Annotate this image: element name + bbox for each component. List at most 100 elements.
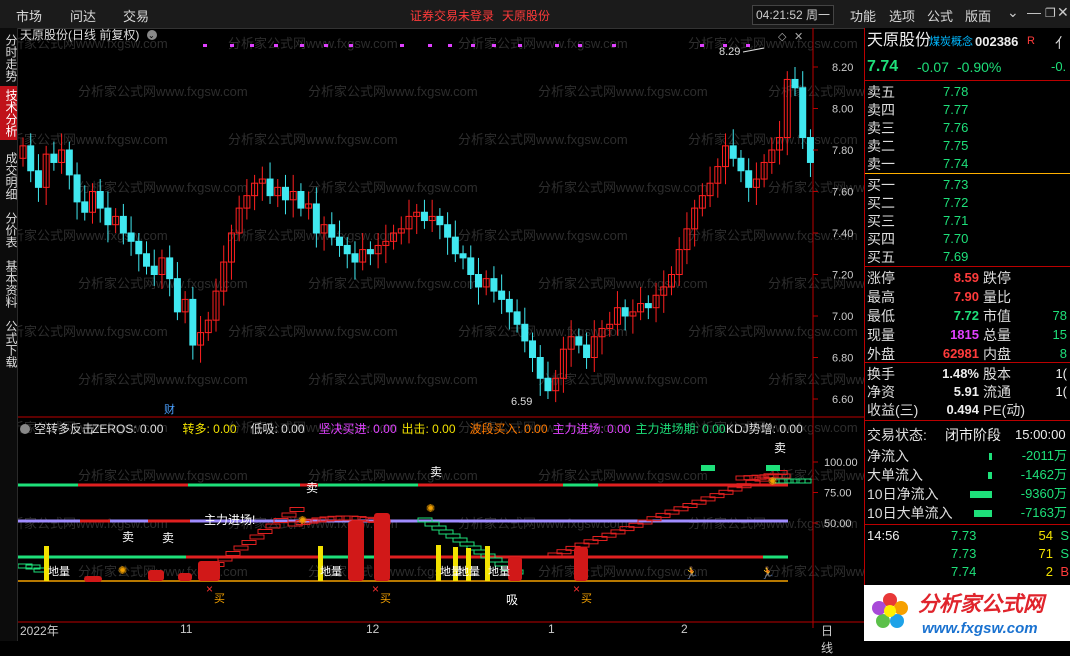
watermark-text: 分析家公式网www.fxgsw.com xyxy=(538,180,708,195)
flow-row: 大单流入 -1462万 xyxy=(865,466,1070,484)
flow-bar xyxy=(970,491,992,498)
tab-trade-detail[interactable]: 成交明细 xyxy=(0,150,18,202)
entry-label: 主力进场! xyxy=(204,513,255,527)
ask-label: 卖四 xyxy=(867,102,895,118)
menu-trade[interactable]: 交易 xyxy=(123,6,149,25)
indicator-param: KDJ势增: 0.00 xyxy=(726,422,803,436)
price-tick-label: 7.00 xyxy=(832,311,853,323)
candle-body xyxy=(806,137,814,163)
ask-row[interactable]: 卖五 7.78 xyxy=(865,83,1070,101)
tick-price: 7.74 xyxy=(951,564,977,579)
menu-wenda[interactable]: 问达 xyxy=(70,6,96,25)
close-chart-icon[interactable]: ✕ xyxy=(794,31,803,43)
ask-row[interactable]: 卖二 7.75 xyxy=(865,137,1070,155)
indicator-param: 转多: 0.00 xyxy=(183,421,237,436)
sell-label: 卖 xyxy=(306,481,318,495)
bid-row[interactable]: 买四 7.70 xyxy=(865,230,1070,248)
ask-row[interactable]: 卖一 7.74 xyxy=(865,155,1070,173)
stat-row: 最低 7.72 市值 78 xyxy=(865,307,1070,325)
axis-jan: 1 xyxy=(548,622,555,636)
stat-value: 8.59 xyxy=(953,270,979,285)
stat-label: 市值 xyxy=(983,308,1011,324)
bid-row[interactable]: 买五 7.69 xyxy=(865,248,1070,266)
period-label[interactable]: 日线 xyxy=(821,622,838,656)
candle-body xyxy=(27,145,35,172)
window-menu-icon[interactable]: ⌄ xyxy=(1007,4,1019,21)
bid-row[interactable]: 买一 7.73 xyxy=(865,176,1070,194)
ask-row[interactable]: 卖三 7.76 xyxy=(865,119,1070,137)
bid-label: 买四 xyxy=(867,231,895,247)
low-price-label: 6.59 xyxy=(511,396,532,408)
ladder-step xyxy=(249,534,265,540)
high-price-label: 8.29 xyxy=(719,46,740,58)
ladder-step xyxy=(225,551,241,556)
minimize-icon[interactable]: — xyxy=(1027,4,1041,20)
signal-dot xyxy=(203,44,207,47)
menu-formula[interactable]: 公式 xyxy=(927,6,953,25)
quote-change-pct: -0.90% xyxy=(957,59,1002,75)
chart-area[interactable]: 分析家公式网www.fxgsw.com 分析家公式网www.fxgsw.com 分析… xyxy=(18,28,864,628)
signal-dot xyxy=(746,44,750,47)
buy-label: 买 xyxy=(380,592,391,605)
indicator-param: 出击: 0.00 xyxy=(402,422,456,436)
gear-icon: ✺ xyxy=(768,476,777,488)
quote-side-tab[interactable]: 亻 xyxy=(1055,34,1069,52)
ask-row[interactable]: 卖四 7.77 xyxy=(865,101,1070,119)
indicator-options-icon[interactable] xyxy=(20,424,30,434)
login-warning[interactable]: 证券交易未登录 xyxy=(410,7,494,24)
axis-feb: 2 xyxy=(681,622,688,636)
menu-function[interactable]: 功能 xyxy=(850,6,876,25)
ask-price: 7.76 xyxy=(943,120,969,135)
ask-price: 7.78 xyxy=(943,84,969,99)
ladder-step xyxy=(424,521,440,527)
candle-body xyxy=(513,311,521,325)
watermark-text: 分析家公式网www.fxgsw.com xyxy=(458,36,628,51)
tab-technical[interactable]: 技术分析 xyxy=(0,86,18,140)
restore-icon[interactable]: ❐ xyxy=(1045,6,1056,20)
candle-body xyxy=(336,236,344,246)
flow-bar xyxy=(989,453,992,460)
watermark-text: 分析家公式网www.fxgsw.com xyxy=(538,564,708,579)
finance-tag[interactable]: 财 xyxy=(164,402,175,416)
watermark-text: 分析家公式网www.fxgsw.com xyxy=(688,324,858,339)
diamond-icon[interactable]: ◇ xyxy=(778,31,787,43)
tab-formula-download[interactable]: 公式下载 xyxy=(0,318,18,370)
tab-price-table[interactable]: 分价表 xyxy=(0,208,18,252)
bid-row[interactable]: 买三 7.71 xyxy=(865,212,1070,230)
watermark-text: 分析家公式网www.fxgsw.com xyxy=(228,132,398,147)
tick-time: 14:56 xyxy=(867,528,900,543)
bid-price: 7.72 xyxy=(943,195,969,210)
tab-fundamentals[interactable]: 基本资料 xyxy=(0,258,18,310)
close-icon[interactable]: ✕ xyxy=(1057,4,1069,21)
ladder-step xyxy=(445,533,461,539)
sell-label: 卖 xyxy=(430,465,442,479)
menu-layout[interactable]: 版面 xyxy=(965,6,991,25)
watermark-text: 分析家公式网www.fxgsw.com xyxy=(458,132,628,147)
stat-value: 0.494 xyxy=(946,402,979,417)
volume-bar xyxy=(374,513,390,581)
stat-label: 现量 xyxy=(867,327,895,343)
signal-dot xyxy=(518,44,522,47)
ask-label: 卖三 xyxy=(867,120,895,136)
indicator-param: 波段买入: 0.00 xyxy=(470,421,548,436)
bid-label: 买五 xyxy=(867,249,895,265)
bid-row[interactable]: 买二 7.72 xyxy=(865,194,1070,212)
watermark-text: 分析家公式网www.fxgsw.com xyxy=(18,228,168,243)
stat-value: 1( xyxy=(1055,366,1067,381)
tab-intraday[interactable]: 分时走势 xyxy=(0,32,18,84)
volume-bar xyxy=(508,557,522,581)
watermark-text: 分析家公式网www.fxgsw.com xyxy=(228,36,398,51)
menu-options[interactable]: 选项 xyxy=(889,6,915,25)
runner-icon: 🏃 xyxy=(760,566,775,580)
sell-label: 卖 xyxy=(122,530,134,544)
candle-body xyxy=(474,274,482,288)
quote-concept[interactable]: 煤炭概念 xyxy=(929,33,973,51)
flow-bar xyxy=(974,510,992,517)
stat-label: 外盘 xyxy=(867,346,895,362)
candle-body xyxy=(536,357,544,379)
candle-body xyxy=(96,191,104,209)
menu-market[interactable]: 市场 xyxy=(16,6,42,25)
flow-label: 10日大单流入 xyxy=(867,505,953,521)
quote-change: -0.07 xyxy=(917,59,949,75)
trade-time: 15:00:00 xyxy=(1015,427,1066,442)
